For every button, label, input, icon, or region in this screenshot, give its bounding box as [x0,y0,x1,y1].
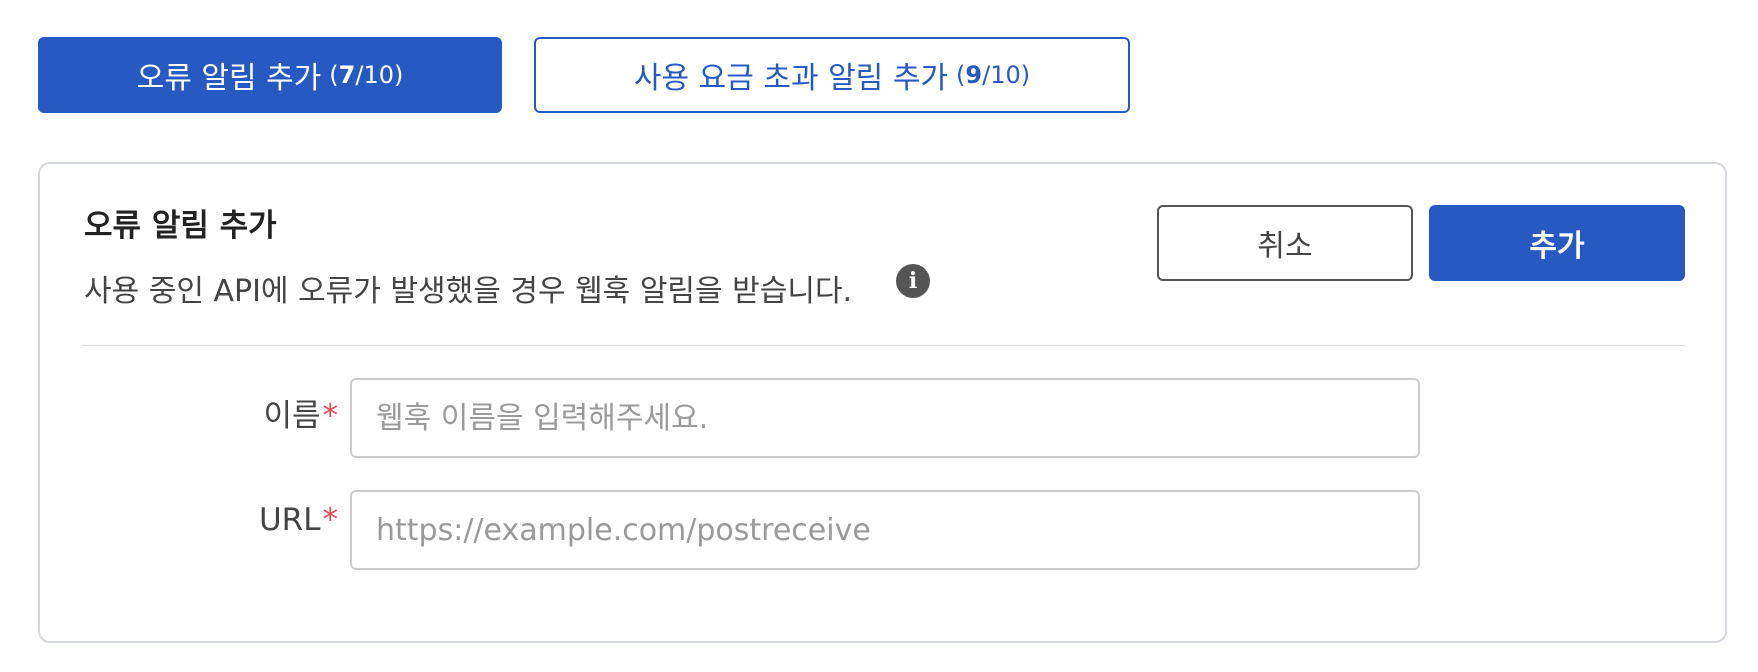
webhook-url-input[interactable] [350,490,1420,570]
panel-description: 사용 중인 API에 오류가 발생했을 경우 웹훅 알림을 받습니다. [84,274,853,309]
url-field-label: URL* [258,502,339,538]
tab-usage-alert-count: (9/10) [956,61,1031,89]
required-marker: * [322,398,339,434]
divider [82,345,1685,346]
required-marker: * [322,502,339,538]
tab-error-alert-count: (7/10) [329,61,404,89]
add-error-alert-panel: 오류 알림 추가 사용 중인 API에 오류가 발생했을 경우 웹훅 알림을 받… [38,162,1727,643]
name-field-label: 이름* [263,398,339,434]
add-button[interactable]: 추가 [1429,205,1685,281]
tab-error-alert-label: 오류 알림 추가 [136,61,322,96]
cancel-button[interactable]: 취소 [1157,205,1413,281]
panel-title: 오류 알림 추가 [84,208,277,244]
webhook-name-input[interactable] [350,378,1420,458]
tab-usage-alert[interactable]: 사용 요금 초과 알림 추가 (9/10) [534,37,1130,113]
tab-error-alert[interactable]: 오류 알림 추가 (7/10) [38,37,502,113]
info-icon[interactable]: i [896,264,930,298]
tab-usage-alert-label: 사용 요금 초과 알림 추가 [633,61,949,96]
